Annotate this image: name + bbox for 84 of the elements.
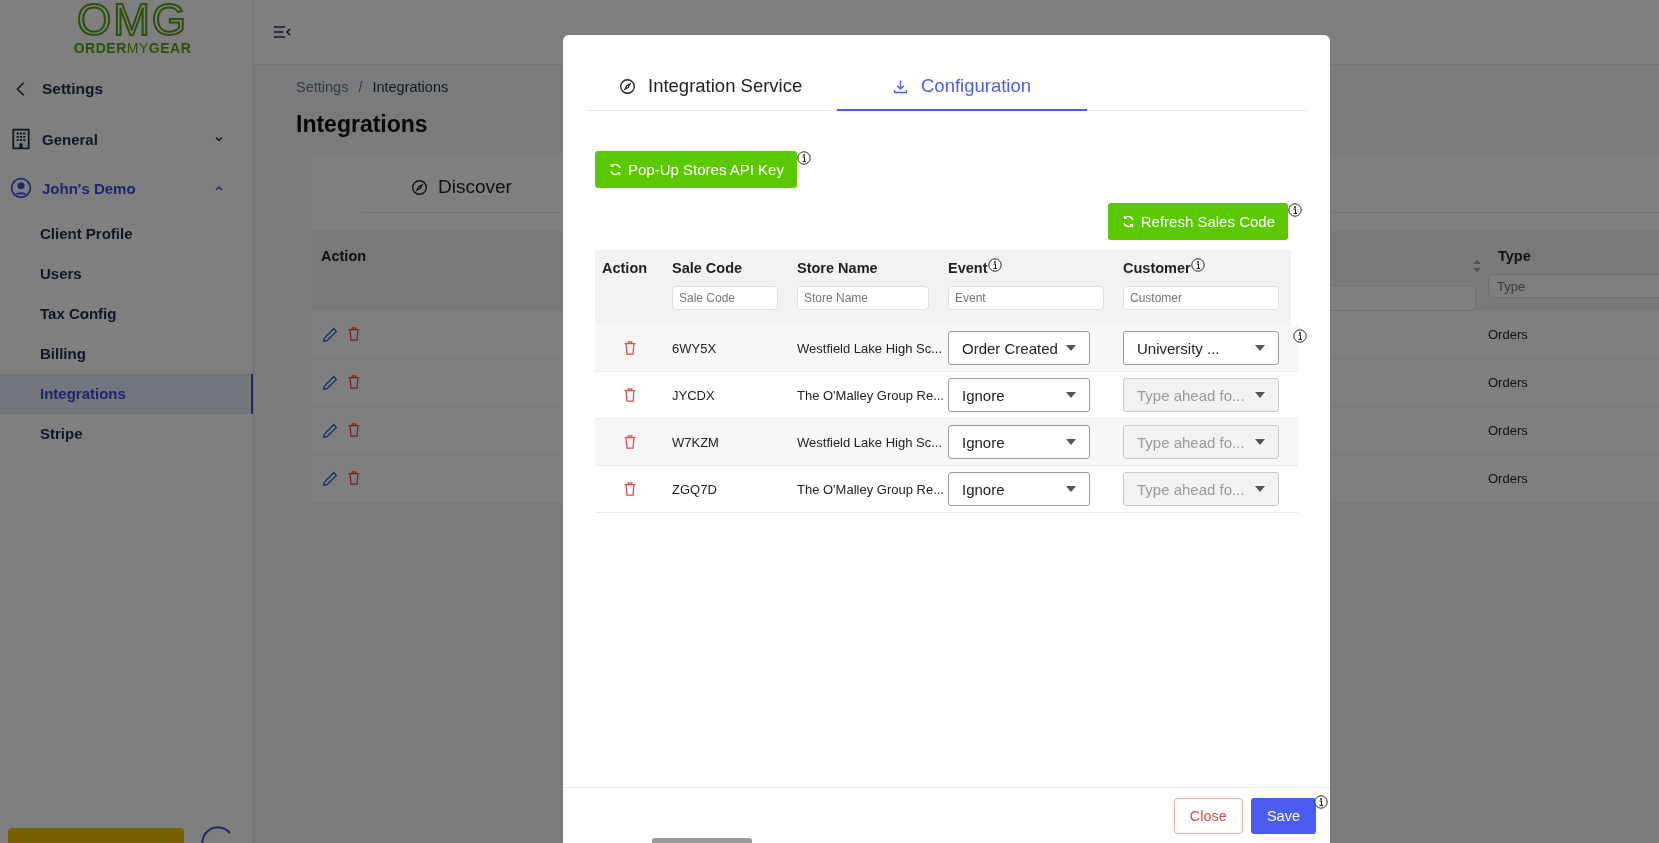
pencil-icon[interactable] — [321, 421, 339, 440]
table-cell-text: Orders — [1488, 375, 1529, 390]
trash-icon[interactable] — [347, 325, 361, 342]
column-header: Sale Code — [672, 259, 743, 276]
sidebar-item[interactable]: Tax Config — [0, 294, 253, 334]
info-icon[interactable] — [796, 151, 811, 165]
caret-icon — [1255, 439, 1265, 445]
pencil-icon[interactable] — [321, 325, 339, 344]
customer-dropdown[interactable]: University ... — [1123, 331, 1279, 365]
caret-icon — [1066, 392, 1076, 398]
table-cell: ZGQ7D — [672, 481, 717, 497]
compass-icon — [619, 77, 636, 95]
table-cell: 6WY5X — [672, 340, 717, 356]
trash-icon[interactable] — [623, 434, 637, 450]
tab[interactable]: Configuration — [837, 75, 1087, 111]
caret-icon — [1255, 392, 1265, 398]
table-cell: W7KZM — [672, 434, 719, 450]
trash-icon[interactable] — [347, 373, 361, 390]
column-header: Store Name — [797, 259, 878, 276]
filter-field[interactable]: Customer — [1123, 286, 1279, 310]
info-icon[interactable] — [1314, 795, 1328, 809]
sidebar-item[interactable]: Integrations — [0, 374, 253, 414]
back-link[interactable]: Settings — [0, 64, 253, 114]
logo-wordmark-part: GEAR — [148, 40, 192, 56]
scrollbar-thumb[interactable] — [652, 838, 752, 843]
pencil-icon[interactable] — [321, 469, 339, 488]
trash-icon[interactable] — [347, 421, 361, 438]
info-icon[interactable] — [1293, 329, 1307, 343]
column-header: Action — [602, 259, 648, 276]
sort-icon[interactable] — [1472, 259, 1482, 273]
tab[interactable]: Integration Service — [587, 75, 837, 111]
logo-mark: OMG — [76, 0, 189, 40]
filter-field[interactable]: Type — [1488, 274, 1659, 298]
column-header: Action — [320, 247, 368, 266]
sidebar-group[interactable]: General — [0, 122, 253, 156]
caret-icon — [1066, 439, 1076, 445]
sidebar-group[interactable]: John's Demo — [0, 171, 253, 205]
info-icon[interactable] — [1190, 258, 1205, 272]
filter-field[interactable]: Event — [948, 286, 1104, 310]
save-button[interactable]: Save — [1250, 797, 1316, 834]
user-icon — [10, 177, 32, 199]
table-cell: Westfield Lake High Sc... — [797, 434, 942, 450]
breadcrumb-current: Integrations — [372, 79, 449, 95]
breadcrumb-separator: / — [358, 79, 363, 95]
info-icon[interactable] — [1288, 203, 1302, 217]
column-header: Customer — [1123, 259, 1191, 276]
filter-field[interactable]: Store Name — [797, 286, 929, 310]
trash-icon[interactable] — [623, 481, 637, 497]
logo-wordmark-part: ORDER — [73, 40, 127, 56]
tab[interactable]: Discover — [391, 168, 532, 212]
column-header: Type — [1497, 247, 1532, 264]
event-dropdown[interactable]: Ignore — [948, 472, 1090, 506]
column-header: Event — [948, 259, 988, 276]
sidebar-item[interactable]: Billing — [0, 334, 253, 374]
table-cell-text: Orders — [1488, 471, 1529, 486]
building-icon — [10, 128, 32, 150]
table-cell: The O'Malley Group Re... — [797, 481, 944, 497]
event-dropdown[interactable]: Ignore — [948, 425, 1090, 459]
table-cell: JYCDX — [672, 387, 715, 403]
event-dropdown[interactable]: Ignore — [948, 378, 1090, 412]
pencil-icon[interactable] — [321, 373, 339, 392]
refresh-icon — [608, 162, 623, 177]
caret-icon — [1255, 345, 1265, 351]
sidebar-item[interactable]: Stripe — [0, 414, 253, 454]
close-button[interactable]: Close — [1173, 797, 1243, 834]
trash-icon[interactable] — [623, 387, 637, 403]
info-icon[interactable] — [987, 258, 1002, 272]
trash-icon[interactable] — [623, 340, 637, 356]
table-cell-text: Orders — [1488, 423, 1529, 438]
logo-wordmark-part: MY — [126, 40, 149, 56]
trash-icon[interactable] — [347, 469, 361, 486]
table-cell: The O'Malley Group Re... — [797, 387, 944, 403]
breadcrumb-link[interactable]: Settings — [296, 79, 349, 95]
caret-icon — [1066, 345, 1076, 351]
sidebar-item[interactable]: Users — [0, 254, 253, 294]
filter-field[interactable]: Sale Code — [672, 286, 778, 310]
sidebar-item[interactable]: Client Profile — [0, 214, 253, 254]
caret-icon — [1255, 486, 1265, 492]
event-dropdown[interactable]: Order Created — [948, 331, 1090, 365]
table-cell-text: Orders — [1488, 327, 1529, 342]
compass-icon — [411, 178, 428, 196]
table-cell: Westfield Lake High Sc... — [797, 340, 942, 356]
page-title: Integrations — [296, 111, 429, 138]
caret-icon — [1066, 486, 1076, 492]
